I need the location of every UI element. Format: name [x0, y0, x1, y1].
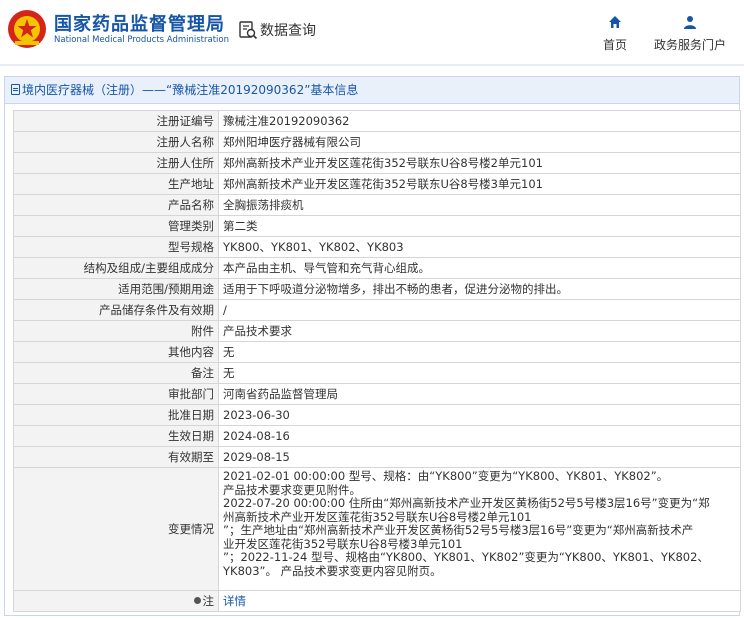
field-value: 河南省药品监督管理局: [218, 383, 741, 405]
field-label: 注册人住所: [13, 152, 219, 174]
table-row: 型号规格 YK800、YK801、YK802、YK803: [13, 236, 741, 258]
details-link[interactable]: 详情: [223, 594, 246, 608]
brand-name-en[interactable]: National Medical Products Administration: [54, 35, 229, 45]
user-icon: [684, 16, 696, 29]
field-value: 郑州阳坤医疗器械有限公司: [218, 131, 741, 153]
change-line: YK803”。 产品技术要求变更内容见附页。: [223, 563, 442, 578]
change-line: 业开发区莲花街352号联东U谷8号楼3单元101: [223, 536, 463, 551]
brand-name-cn[interactable]: 国家药品监督管理局: [54, 10, 225, 36]
field-label: 有效期至: [13, 446, 219, 468]
nav-services-label: 政务服务门户: [653, 38, 726, 52]
field-value: /: [218, 299, 741, 321]
note-label: 注: [202, 594, 215, 608]
detail-panel: 境内医疗器械（注册）——“豫械注准20192090362”基本信息 注册证编号豫…: [4, 76, 741, 616]
breadcrumb-text[interactable]: 境内医疗器械（注册）——“豫械注准20192090362”基本信息: [22, 83, 358, 97]
table-row: 附件 产品技术要求: [13, 320, 741, 342]
field-label: 审批部门: [13, 383, 219, 405]
change-line: 产品技术要求变更见附件。: [223, 482, 361, 497]
field-label: 产品名称: [13, 194, 219, 216]
table-row: 注册人住所 郑州高新技术产业开发区莲花街352号联东U谷8号楼2单元101: [13, 152, 741, 174]
field-label: 注册证编号: [13, 110, 219, 132]
table-row: 生效日期 2024-08-16: [13, 425, 741, 447]
table-row: 审批部门 河南省药品监督管理局: [13, 383, 741, 405]
field-label: 适用范围/预期用途: [13, 278, 219, 300]
change-history-row: 变更情况 2021-02-01 00:00:00 型号、规格：由“YK800”变…: [13, 467, 741, 591]
change-line: ”；2022-11-24 型号、规格由“YK800、YK801、YK802”变更…: [223, 550, 709, 564]
field-label: 附件: [13, 320, 219, 342]
field-label: 管理类别: [13, 215, 219, 237]
table-row: 管理类别 第二类: [13, 215, 741, 237]
field-value: 第二类: [218, 215, 741, 237]
field-value: 豫械注准20192090362: [218, 110, 741, 132]
field-label: 生产地址: [13, 173, 219, 195]
table-row: 备注无: [13, 362, 741, 384]
field-label: 其他内容: [13, 341, 219, 363]
table-row: 有效期至 2029-08-15: [13, 446, 741, 468]
table-row: 适用范围/预期用途 适用于下呼吸道分泌物增多，排出不畅的患者，促进分泌物的排出。: [13, 278, 741, 300]
registration-info-table: 注册证编号 豫械注准20192090362 注册人名称 郑州阳坤医疗器械有限公司 注…: [13, 110, 741, 612]
field-value: 郑州高新技术产业开发区莲花街352号联东U谷8号楼2单元101: [218, 152, 741, 174]
field-value: 2024-08-16: [218, 425, 741, 447]
table-row: 其他内容无: [13, 341, 741, 363]
field-value: 2023-06-30: [218, 404, 741, 426]
field-value: 无: [218, 362, 741, 384]
field-value: 郑州高新技术产业开发区莲花街352号联东U谷8号楼3单元101: [218, 173, 741, 195]
note-label-cell: 注: [13, 590, 219, 612]
change-history-label: 变更情况: [13, 467, 219, 591]
table-row: 批准日期 2023-06-30: [13, 404, 741, 426]
nav-home[interactable]: 首页: [598, 14, 632, 53]
field-value: 全胸振荡排痰机: [218, 194, 741, 216]
change-line: ”；生产地址由“郑州高新技术产业开发区黄杨街52号5号楼3层16号”变更为“郑州…: [223, 523, 694, 537]
field-value: 产品技术要求: [218, 320, 741, 342]
field-label: 结构及组成/主要组成成分: [13, 257, 219, 279]
field-value: 本产品由主机、导气管和充气背心组成。: [218, 257, 741, 279]
nav-services[interactable]: 政务服务门户: [652, 14, 728, 53]
change-history-value: 2021-02-01 00:00:00 型号、规格：由“YK800”变更为“YK…: [218, 467, 741, 591]
site-header: 国家药品监督管理局 National Medical Products Admi…: [0, 0, 744, 64]
table-row: 结构及组成/主要组成成分 本产品由主机、导气管和充气背心组成。: [13, 257, 741, 279]
nmpa-emblem-icon[interactable]: [6, 8, 48, 50]
field-label: 生效日期: [13, 425, 219, 447]
field-value: YK800、YK801、YK802、YK803: [218, 236, 741, 258]
note-value-cell: 详情: [218, 590, 741, 612]
change-line: 州高新技术产业开发区莲花街352号联东U谷8号楼2单元101: [223, 509, 532, 524]
field-value: 适用于下呼吸道分泌物增多，排出不畅的患者，促进分泌物的排出。: [218, 278, 741, 300]
field-value: 无: [218, 341, 741, 363]
table-row: 注册人名称 郑州阳坤医疗器械有限公司: [13, 131, 741, 153]
document-icon: [11, 84, 20, 95]
field-label: 注册人名称: [13, 131, 219, 153]
field-label: 备注: [13, 362, 219, 384]
nav-home-label: 首页: [602, 38, 627, 52]
table-row: 注册证编号 豫械注准20192090362: [13, 110, 741, 132]
table-row: 产品名称 全胸振荡排痰机: [13, 194, 741, 216]
field-value: 2029-08-15: [218, 446, 741, 468]
table-row: 产品储存条件及有效期 /: [13, 299, 741, 321]
header-divider: [0, 64, 744, 66]
data-query-title: 数据查询: [260, 23, 316, 39]
table-row: 生产地址 郑州高新技术产业开发区莲花街352号联东U谷8号楼3单元101: [13, 173, 741, 195]
note-row: 注 详情: [13, 590, 741, 612]
breadcrumb: 境内医疗器械（注册）——“豫械注准20192090362”基本信息: [5, 77, 739, 104]
field-label: 产品储存条件及有效期: [13, 299, 219, 321]
field-label: 批准日期: [13, 404, 219, 426]
search-document-icon: [239, 21, 258, 40]
field-label: 型号规格: [13, 236, 219, 258]
change-line: 2022-07-20 00:00:00 住所由“郑州高新技术产业开发区黄杨街52…: [223, 496, 710, 510]
home-icon: [609, 16, 621, 28]
lightbulb-icon: [193, 597, 201, 604]
change-line: 2021-02-01 00:00:00 型号、规格：由“YK800”变更为“YK…: [223, 469, 669, 483]
